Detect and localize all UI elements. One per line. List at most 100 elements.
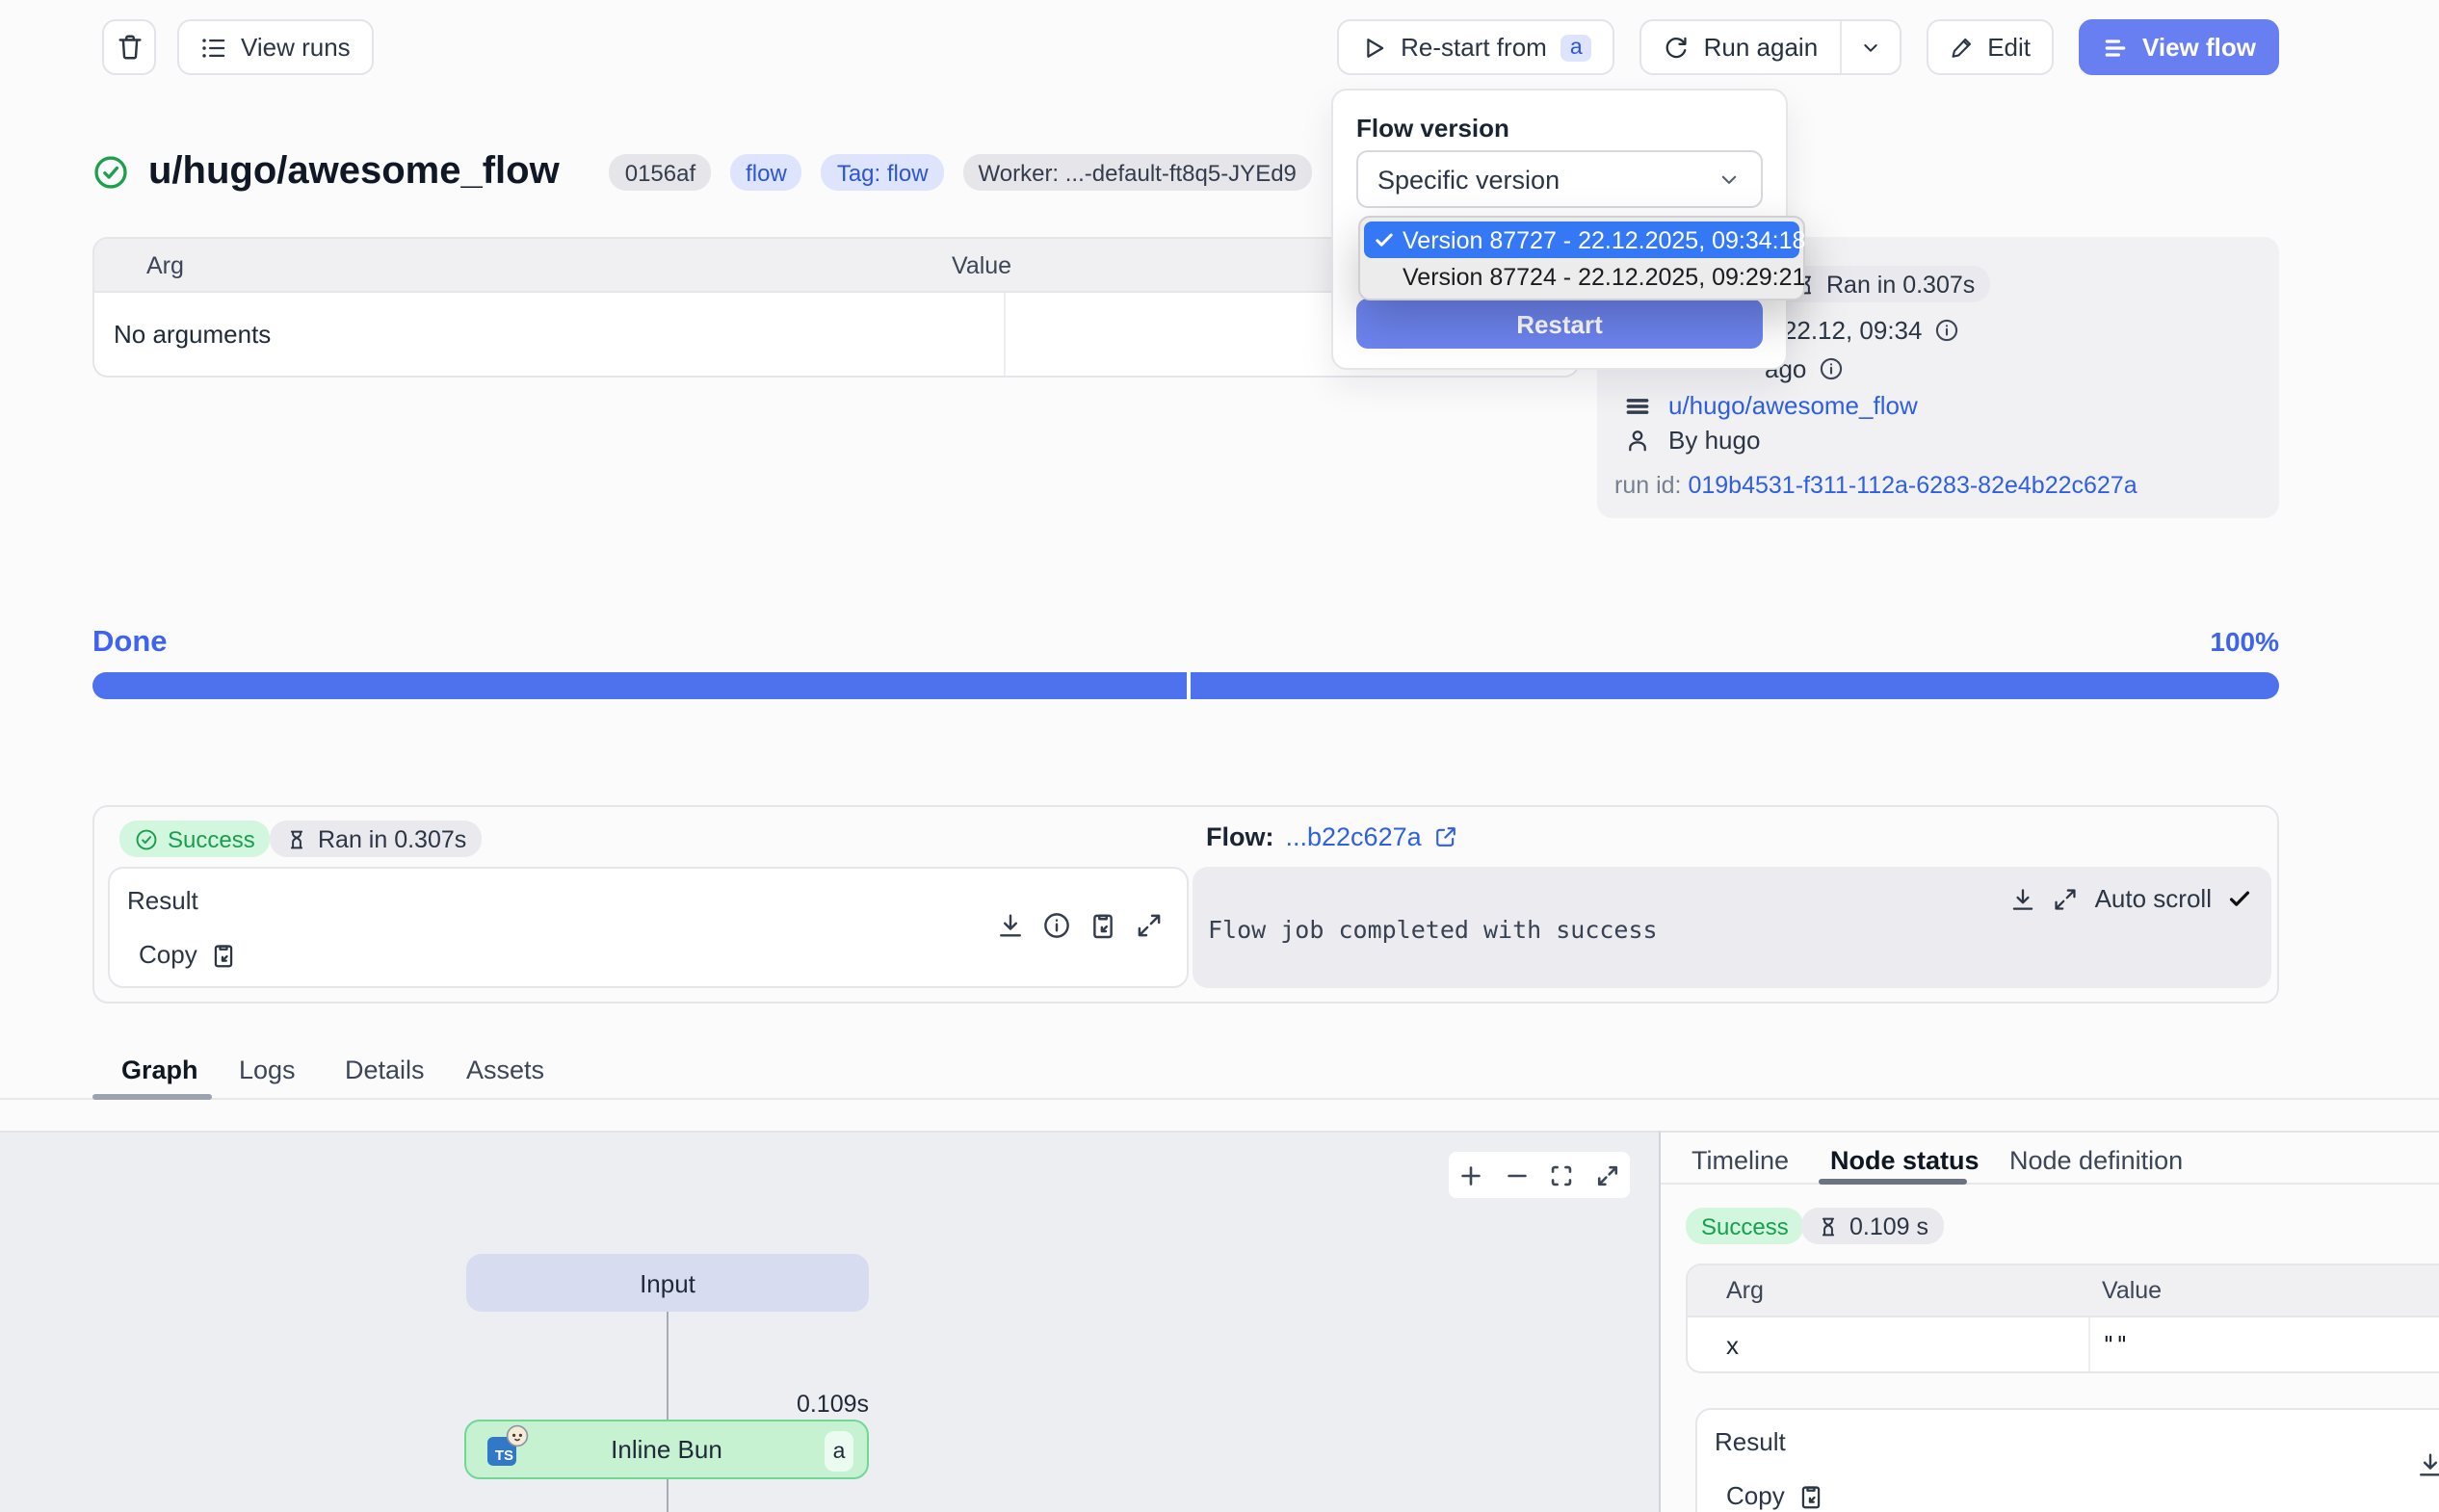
- progress-bar: [92, 672, 2279, 699]
- expand-icon[interactable]: [1135, 911, 1164, 940]
- clipboard-icon[interactable]: [1088, 911, 1117, 940]
- ran-in-label: Ran in 0.307s: [1826, 271, 1975, 298]
- flow-graph-canvas[interactable]: Input 0.109s TS Inline Bun a: [0, 1131, 1659, 1512]
- tab-logs[interactable]: Logs: [239, 1056, 296, 1084]
- input-node-label: Input: [640, 1268, 695, 1297]
- download-icon[interactable]: [996, 911, 1025, 940]
- node-duration-label: 0.109s: [732, 1391, 869, 1418]
- trash-icon: [115, 33, 144, 62]
- person-icon: [1624, 427, 1651, 454]
- chevron-down-icon: [1717, 167, 1742, 192]
- node-arg-name: x: [1688, 1330, 2102, 1359]
- node-result-card: Result Copy: [1695, 1408, 2439, 1512]
- edit-button[interactable]: Edit: [1926, 19, 2054, 75]
- result-actions: [996, 911, 1164, 940]
- copy-label: Copy: [1726, 1481, 1785, 1510]
- check-circle-icon: [92, 154, 129, 191]
- node-args-header: Arg Value: [1688, 1265, 2439, 1317]
- refresh-icon: [1664, 34, 1691, 61]
- run-again-group: Run again: [1640, 19, 1901, 75]
- restart-from-step-badge: a: [1560, 34, 1592, 61]
- download-icon[interactable]: [2416, 1450, 2439, 1479]
- checkmark-icon: [1374, 229, 1395, 250]
- run-again-button[interactable]: Run again: [1642, 21, 1840, 73]
- node-duration-label: 0.109 s: [1849, 1212, 1928, 1239]
- run-id-link[interactable]: 019b4531-f311-112a-6283-82e4b22c627a: [1688, 472, 2137, 499]
- delete-run-button[interactable]: [102, 19, 156, 75]
- view-flow-button[interactable]: View flow: [2079, 19, 2279, 75]
- version-option[interactable]: Version 87724 - 22.12.2025, 09:29:21: [1364, 258, 1799, 295]
- version-select[interactable]: Specific version: [1356, 150, 1763, 208]
- progress-percent: 100%: [2210, 626, 2279, 657]
- run-again-dropdown-button[interactable]: [1841, 21, 1899, 73]
- info-icon[interactable]: [1934, 318, 1959, 343]
- pencil-icon: [1949, 35, 1974, 60]
- copy-label: Copy: [139, 940, 197, 969]
- tab-node-definition[interactable]: Node definition: [2009, 1146, 2183, 1175]
- node-args-table: Arg Value x "": [1686, 1264, 2439, 1373]
- info-icon[interactable]: [1042, 911, 1071, 940]
- by-text: By hugo: [1668, 426, 1760, 455]
- tab-assets[interactable]: Assets: [466, 1056, 544, 1084]
- bun-icon: [505, 1423, 530, 1448]
- ts-label: TS: [495, 1447, 513, 1464]
- node-status-badge: Success: [1686, 1208, 1804, 1244]
- download-icon[interactable]: [2010, 885, 2037, 912]
- column-divider: [2088, 1317, 2090, 1371]
- worker-badge: Worker: ...-default-ft8q5-JYEd9: [963, 154, 1312, 191]
- play-icon: [1360, 34, 1387, 61]
- hourglass-icon: [285, 827, 308, 850]
- restart-button[interactable]: Restart: [1356, 299, 1763, 349]
- node-status-panel: Timeline Node status Node definition Suc…: [1659, 1131, 2439, 1512]
- graph-edge: [667, 1312, 669, 1420]
- check-circle-icon: [135, 827, 158, 850]
- progress-step-divider: [1187, 672, 1191, 699]
- flow-path-link[interactable]: u/hugo/awesome_flow: [1668, 391, 1918, 420]
- log-text: Flow job completed with success: [1208, 915, 1658, 944]
- copy-button[interactable]: Copy: [1726, 1481, 1825, 1510]
- auto-scroll-label: Auto scroll: [2095, 884, 2212, 913]
- view-runs-label: View runs: [241, 33, 351, 62]
- tab-timeline[interactable]: Timeline: [1692, 1146, 1789, 1175]
- hourglass-icon: [1817, 1214, 1840, 1238]
- tab-node-status[interactable]: Node status: [1830, 1146, 1980, 1175]
- list-icon: [2102, 34, 2129, 61]
- ran-in-label: Ran in 0.307s: [318, 825, 466, 852]
- graph-node-inline-bun[interactable]: TS Inline Bun a: [464, 1420, 869, 1479]
- progress-status: Done: [92, 626, 168, 661]
- result-section: Success Ran in 0.307s Flow: ...b22c627a …: [92, 805, 2279, 1004]
- tab-details[interactable]: Details: [345, 1056, 425, 1084]
- restart-from-button[interactable]: Re-start from a: [1337, 19, 1615, 75]
- active-tab-underline: [1819, 1179, 1967, 1185]
- expand-icon[interactable]: [2053, 885, 2080, 912]
- copy-button[interactable]: Copy: [139, 940, 238, 969]
- info-icon[interactable]: [1818, 356, 1843, 381]
- restart-from-label: Re-start from: [1401, 33, 1547, 62]
- zoom-in-button[interactable]: [1459, 1162, 1484, 1187]
- flow-id-link[interactable]: ...b22c627a: [1286, 822, 1422, 851]
- graph-node-input[interactable]: Input: [466, 1254, 869, 1312]
- flow-run-page: View runs Re-start from a Run again Edit…: [0, 0, 2439, 1512]
- list-icon: [200, 34, 227, 61]
- result-pane: Result Copy: [108, 867, 1189, 988]
- main-tabs: Graph Logs Details Assets: [0, 1052, 2439, 1100]
- by-line: By hugo: [1624, 426, 1760, 455]
- node-col-value: Value: [2102, 1277, 2162, 1304]
- zoom-out-button[interactable]: [1505, 1162, 1530, 1187]
- fit-view-button[interactable]: [1550, 1162, 1575, 1187]
- graph-controls: [1449, 1152, 1630, 1198]
- checkmark-icon[interactable]: [2227, 886, 2252, 911]
- tab-graph[interactable]: Graph: [121, 1056, 198, 1084]
- version-option-selected[interactable]: Version 87727 - 22.12.2025, 09:34:18: [1364, 222, 1799, 258]
- toolbar-right: Re-start from a Run again Edit View flow: [1337, 19, 2279, 75]
- node-col-arg: Arg: [1688, 1277, 2102, 1304]
- run-hash-badge: 0156af: [610, 154, 711, 191]
- version-option-label: Version 87727 - 22.12.2025, 09:34:18: [1403, 226, 1805, 253]
- args-col-value: Value: [952, 251, 1011, 278]
- result-label: Result: [127, 886, 198, 915]
- view-runs-button[interactable]: View runs: [177, 19, 374, 75]
- expand-graph-button[interactable]: [1595, 1162, 1620, 1187]
- node-arg-value: "": [2102, 1331, 2129, 1358]
- version-option-label: Version 87724 - 22.12.2025, 09:29:21: [1403, 263, 1805, 290]
- external-link-icon[interactable]: [1433, 824, 1458, 849]
